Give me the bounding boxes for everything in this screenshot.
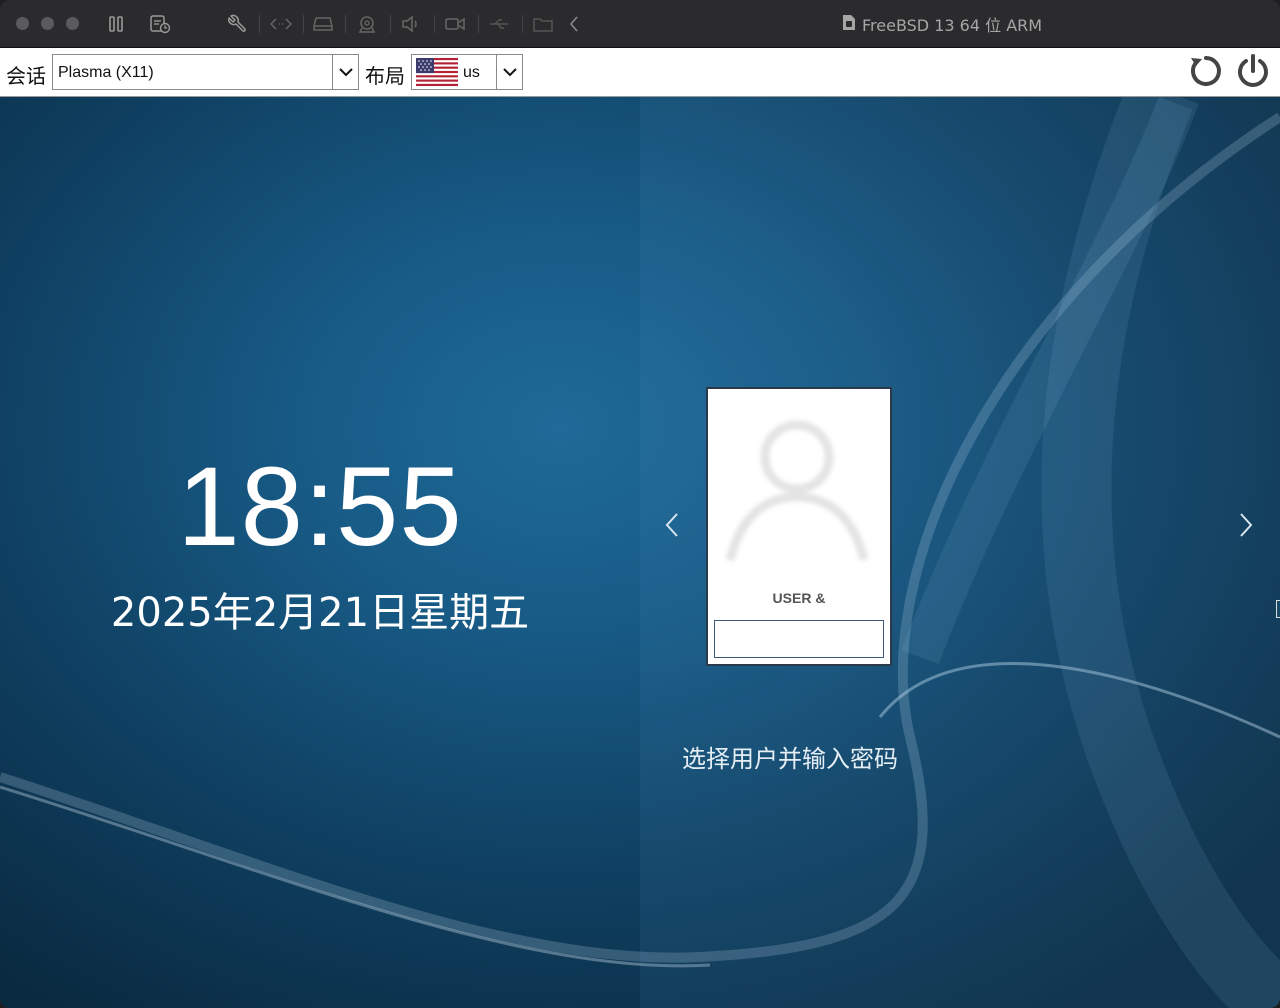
pause-icon[interactable] [106, 12, 126, 36]
chevron-right-icon [1239, 512, 1253, 543]
session-label: 会话 [6, 64, 46, 88]
clock-date: 2025年2月21日星期五 [110, 590, 530, 636]
us-flag-icon [416, 58, 458, 86]
previous-user-button[interactable] [662, 511, 682, 543]
chevron-left-icon[interactable] [566, 12, 582, 36]
window-title-text: FreeBSD 13 64 位 ARM [862, 16, 1043, 35]
zoom-window-button[interactable] [66, 17, 79, 30]
audio-icon [400, 12, 422, 36]
user-name: USER & [772, 590, 826, 606]
avatar-icon [725, 420, 869, 562]
session-value: Plasma (X11) [58, 64, 154, 81]
vm-window: FreeBSD 13 64 位 ARM 会话 Plasma (X11) 布局 u… [0, 0, 1280, 1008]
layout-label: 布局 [365, 64, 405, 88]
usb-icon [488, 12, 510, 36]
reboot-icon [1188, 53, 1224, 94]
minimize-window-button[interactable] [41, 17, 54, 30]
chevron-down-icon[interactable] [496, 55, 523, 89]
code-arrows-icon [269, 12, 293, 36]
document-icon [842, 14, 856, 35]
shutdown-button[interactable] [1234, 53, 1272, 94]
edge-handle [1276, 600, 1280, 618]
login-hint: 选择用户并输入密码 [682, 745, 898, 773]
camera-icon [356, 12, 378, 36]
power-icon [1235, 53, 1271, 94]
chevron-left-icon [665, 512, 679, 543]
password-input[interactable] [714, 620, 884, 658]
wrench-icon[interactable] [226, 12, 248, 36]
session-combobox[interactable]: Plasma (X11) [52, 54, 359, 90]
user-card[interactable]: USER & [706, 387, 892, 666]
login-screen: 18:55 2025年2月21日星期五 USER & 选择用户并输入密码 [0, 97, 1280, 1008]
layout-combobox[interactable]: us [411, 54, 523, 90]
folder-share-icon [532, 12, 554, 36]
sddm-top-bar: 会话 Plasma (X11) 布局 us [0, 48, 1280, 97]
close-window-button[interactable] [16, 17, 29, 30]
layout-value: us [463, 64, 480, 81]
snapshot-icon[interactable] [148, 12, 172, 36]
titlebar: FreeBSD 13 64 位 ARM [0, 0, 1280, 48]
window-title: FreeBSD 13 64 位 ARM [842, 14, 1043, 35]
clock-time: 18:55 [177, 444, 463, 569]
video-icon [444, 12, 466, 36]
chevron-down-icon[interactable] [332, 55, 359, 89]
disk-icon [312, 12, 334, 36]
next-user-button[interactable] [1236, 511, 1256, 543]
reboot-button[interactable] [1187, 54, 1225, 92]
